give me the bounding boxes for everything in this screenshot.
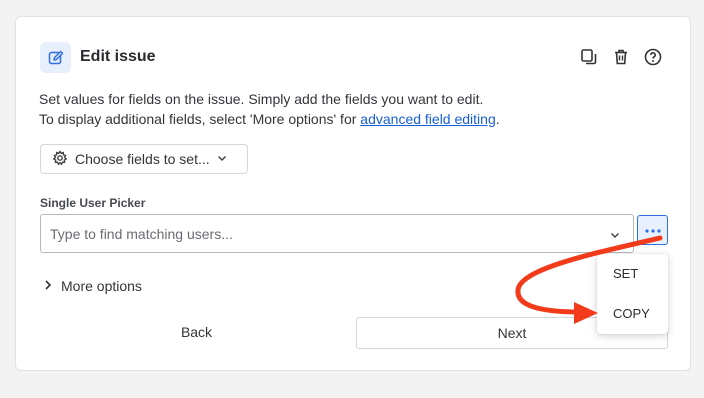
description-suffix: . — [495, 111, 500, 127]
more-options-toggle[interactable]: More options — [43, 278, 142, 294]
advanced-field-editing-link[interactable]: advanced field editing — [360, 111, 495, 127]
chevron-down-icon — [216, 151, 228, 167]
gear-icon — [52, 149, 68, 169]
description-prefix: To display additional fields, select 'Mo… — [39, 111, 361, 127]
more-actions-button[interactable] — [637, 215, 668, 245]
menu-item-set[interactable]: SET — [613, 266, 638, 281]
field-label: Single User Picker — [40, 196, 146, 210]
trash-icon[interactable] — [612, 48, 632, 68]
actions-dropdown-menu: SET COPY — [597, 254, 668, 334]
choose-fields-label: Choose fields to set... — [75, 151, 210, 167]
edit-issue-card: Edit issue Set values for fields on the … — [15, 16, 691, 371]
menu-item-copy[interactable]: COPY — [613, 306, 650, 321]
description-line-2: To display additional fields, select 'Mo… — [39, 109, 500, 129]
dialog-description: Set values for fields on the issue. Simp… — [39, 89, 500, 129]
back-button[interactable]: Back — [40, 316, 353, 348]
edit-icon — [40, 42, 71, 73]
copy-icon[interactable] — [580, 48, 600, 68]
help-icon[interactable] — [644, 48, 664, 68]
user-picker-input[interactable] — [50, 225, 590, 242]
chevron-down-icon[interactable] — [609, 228, 621, 246]
chevron-right-icon — [43, 278, 53, 294]
choose-fields-button[interactable]: Choose fields to set... — [40, 144, 248, 174]
description-line-1: Set values for fields on the issue. Simp… — [39, 91, 484, 107]
dialog-title: Edit issue — [80, 48, 156, 65]
user-picker-field[interactable] — [40, 214, 634, 253]
ellipsis-icon — [644, 221, 662, 239]
more-options-label: More options — [61, 278, 142, 294]
